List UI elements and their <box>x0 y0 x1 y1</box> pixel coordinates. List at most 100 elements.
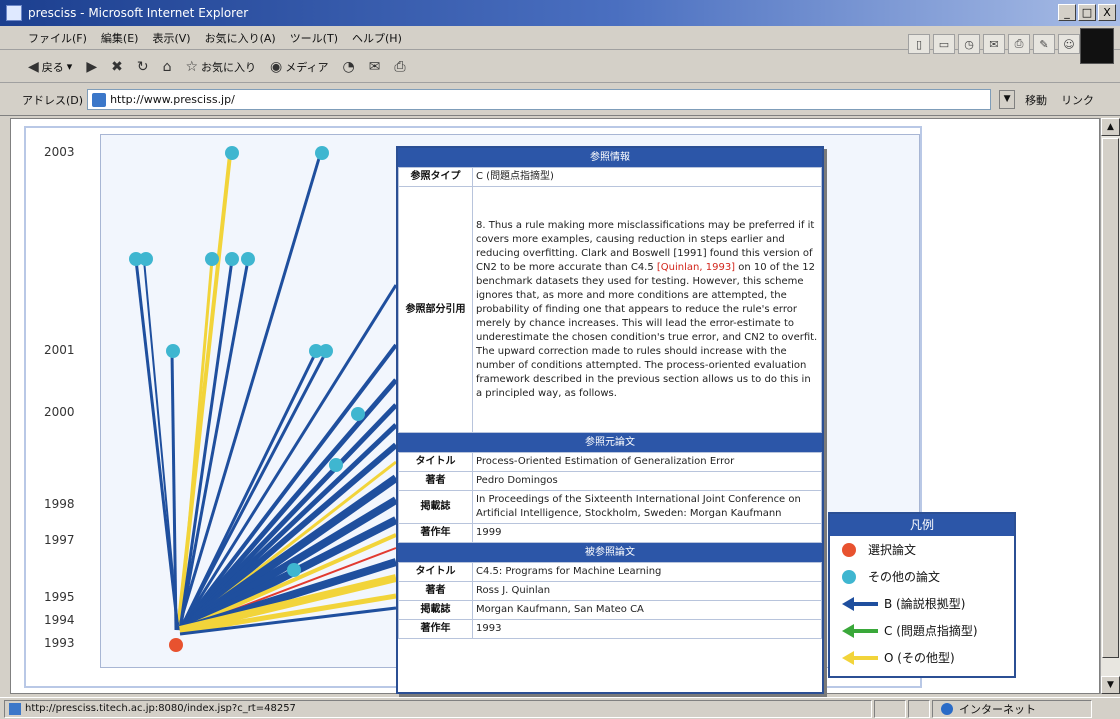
status-bar: http://presciss.titech.ac.jp:8080/index.… <box>0 697 1120 719</box>
blue-arrow-icon <box>842 596 880 611</box>
address-input[interactable]: http://www.presciss.jp/ <box>87 89 992 110</box>
legend-type-c-label: C (問題点指摘型) <box>884 624 978 638</box>
security-zone: インターネット <box>932 699 1092 718</box>
legend-item-type-b: B (論説根拠型) <box>830 590 1014 617</box>
ref-type-value: C (問題点指摘型) <box>472 167 822 187</box>
target-table: タイトル C4.5: Programs for Machine Learning… <box>398 562 822 639</box>
zone-label: インターネット <box>959 702 1036 716</box>
chevron-down-icon: ▾ <box>66 60 73 73</box>
legend-item-other: その他の論文 <box>830 563 1014 590</box>
ref-table: 参照タイプ C (問題点指摘型) 参照部分引用 8. Thus a rule m… <box>398 167 822 433</box>
stop-icon: ✖ <box>111 58 123 75</box>
menu-file[interactable]: ファイル(F) <box>28 30 87 46</box>
year-label-1994: 1994 <box>44 613 75 627</box>
green-arrow-icon <box>842 623 880 638</box>
menu-view[interactable]: 表示(V) <box>152 30 190 46</box>
menu-help[interactable]: ヘルプ(H) <box>352 30 402 46</box>
year-label-1998: 1998 <box>44 497 75 511</box>
legend-item-type-c: C (問題点指摘型) <box>830 617 1014 644</box>
back-button[interactable]: ◀ 戻る ▾ <box>28 59 72 75</box>
history-icon: ◔ <box>342 58 355 75</box>
mail-button[interactable]: ✉ <box>369 59 381 75</box>
home-button[interactable]: ⌂ <box>163 59 172 75</box>
target-venue: Morgan Kaufmann, San Mateo CA <box>472 600 822 620</box>
legend-other-label: その他の論文 <box>868 570 941 584</box>
maximize-button[interactable]: □ <box>1078 4 1096 21</box>
window-title: presciss - Microsoft Internet Explorer <box>28 6 249 20</box>
citation-info-popup: 参照情報 参照タイプ C (問題点指摘型) 参照部分引用 8. Thus a r… <box>396 146 824 694</box>
history-button[interactable]: ◔ <box>342 59 354 75</box>
ref-type-label: 参照タイプ <box>398 167 473 187</box>
print-button[interactable]: ⎙ <box>394 59 405 75</box>
cyan-dot-icon <box>842 569 856 584</box>
status-url: http://presciss.titech.ac.jp:8080/index.… <box>25 703 296 714</box>
orange-dot-icon <box>842 542 856 557</box>
back-arrow-icon: ◀ <box>28 58 39 75</box>
menu-edit[interactable]: 編集(E) <box>101 30 139 46</box>
target-author-label: 著者 <box>398 581 473 601</box>
scroll-down-arrow[interactable]: ▼ <box>1101 676 1120 694</box>
page-loading-icon <box>9 702 21 715</box>
mail-icon: ✉ <box>368 58 381 75</box>
quote-label: 参照部分引用 <box>398 186 473 433</box>
source-title-link[interactable]: Process-Oriented Estimation of Generaliz… <box>472 452 822 472</box>
menu-tools[interactable]: ツール(T) <box>290 30 338 46</box>
target-author: Ross J. Quinlan <box>472 581 822 601</box>
title-bar: presciss - Microsoft Internet Explorer _… <box>0 0 1120 26</box>
media-label: メディア <box>285 60 329 74</box>
yellow-arrow-icon <box>842 650 880 665</box>
legend-type-o-label: O (その他型) <box>884 651 955 665</box>
links-button[interactable]: リンク <box>1061 92 1094 108</box>
source-section-header: 参照元論文 <box>398 433 822 452</box>
legend-title: 凡例 <box>830 514 1014 536</box>
address-bar: アドレス(D) http://www.presciss.jp/ ▼ 移動 リンク <box>0 84 1120 116</box>
status-text-panel: http://presciss.titech.ac.jp:8080/index.… <box>4 699 872 718</box>
popup-blocker-icon[interactable] <box>908 699 930 718</box>
quote-citation-link[interactable]: [Quinlan, 1993] <box>657 262 735 273</box>
forward-arrow-icon: ▶ <box>86 58 98 75</box>
target-section-header: 被参照論文 <box>398 543 822 562</box>
close-button[interactable]: X <box>1098 4 1116 21</box>
home-icon: ⌂ <box>162 58 172 75</box>
ie-icon <box>6 5 22 21</box>
menu-favorites[interactable]: お気に入り(A) <box>205 30 276 46</box>
forward-button[interactable]: ▶ <box>86 59 97 75</box>
favorites-button[interactable]: ☆ お気に入り <box>185 59 256 75</box>
year-label-1997: 1997 <box>44 533 75 547</box>
target-title-label: タイトル <box>398 562 473 582</box>
scroll-up-arrow[interactable]: ▲ <box>1101 118 1120 136</box>
minimize-button[interactable]: _ <box>1058 4 1076 21</box>
page-icon <box>92 92 107 107</box>
legend-item-type-o: O (その他型) <box>830 644 1014 671</box>
source-author-label: 著者 <box>398 471 473 491</box>
address-url: http://www.presciss.jp/ <box>110 93 235 106</box>
source-year-label: 著作年 <box>398 523 473 543</box>
standard-toolbar: ◀ 戻る ▾ ▶ ✖ ↻ ⌂ ☆ お気に入り ◉ メディア ◔ ✉ ⎙ <box>0 51 1120 83</box>
scroll-thumb[interactable] <box>1102 138 1119 658</box>
year-label-1995: 1995 <box>44 590 75 604</box>
source-venue: In Proceedings of the Sixteenth Internat… <box>472 490 822 524</box>
address-dropdown-button[interactable]: ▼ <box>999 90 1016 109</box>
target-venue-label: 掲載誌 <box>398 600 473 620</box>
go-button[interactable]: 移動 <box>1025 92 1047 108</box>
legend-type-b-label: B (論説根拠型) <box>884 597 966 611</box>
source-venue-label: 掲載誌 <box>398 490 473 524</box>
ref-section-header: 参照情報 <box>398 148 822 167</box>
year-label-1993: 1993 <box>44 636 75 650</box>
year-label-2000: 2000 <box>44 405 75 419</box>
source-title-label: タイトル <box>398 452 473 472</box>
source-author: Pedro Domingos <box>472 471 822 491</box>
target-title-link[interactable]: C4.5: Programs for Machine Learning <box>472 562 822 582</box>
quote-text: 8. Thus a rule making more misclassifica… <box>472 186 822 433</box>
address-label: アドレス(D) <box>22 93 84 107</box>
star-icon: ☆ <box>185 58 199 75</box>
refresh-button[interactable]: ↻ <box>137 59 149 75</box>
target-year: 1993 <box>472 619 822 639</box>
legend-selected-label: 選択論文 <box>868 543 917 557</box>
media-button[interactable]: ◉ メディア <box>270 59 328 75</box>
source-table: タイトル Process-Oriented Estimation of Gene… <box>398 452 822 543</box>
quote-text-post: on 10 of the 12 benchmark datasets they … <box>476 261 818 399</box>
media-icon: ◉ <box>270 58 283 75</box>
stop-button[interactable]: ✖ <box>111 59 123 75</box>
vertical-scrollbar[interactable]: ▲ ▼ <box>1100 118 1120 694</box>
